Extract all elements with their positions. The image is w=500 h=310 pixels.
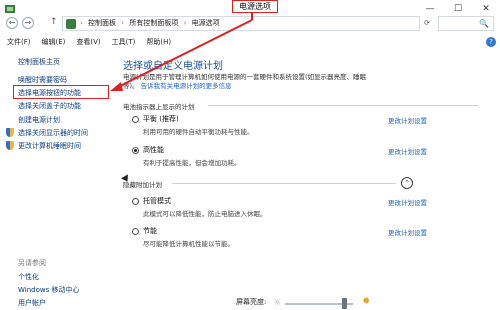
- plan-power-saver-change-link[interactable]: 更改计划设置: [388, 227, 427, 237]
- shield-icon: [6, 141, 14, 150]
- control-panel-icon: [66, 19, 76, 29]
- back-button[interactable]: ←: [6, 17, 18, 29]
- plan-power-saver-radio[interactable]: [132, 228, 139, 235]
- sidebar-link-sleep[interactable]: 更改计算机睡眠时间: [18, 141, 81, 151]
- plan-power-saver-name: 节能: [143, 227, 157, 235]
- refresh-icon[interactable]: ⟳: [424, 19, 430, 27]
- brightness-label: 屏幕亮度:: [236, 298, 267, 306]
- search-input[interactable]: 🔍: [438, 16, 494, 31]
- sidebar-link-display-off[interactable]: 选择关闭显示器的时间: [18, 128, 88, 138]
- see-also-mobility-center[interactable]: Windows 移动中心: [18, 285, 79, 295]
- breadcrumb-power-options[interactable]: 电源选项: [192, 19, 220, 27]
- breadcrumb-separator: ›: [121, 19, 125, 27]
- learn-more-link[interactable]: 告诉我有关电源计划的更多信息: [141, 82, 232, 90]
- menu-view[interactable]: 查看(V): [69, 36, 104, 48]
- sidebar-link-wake-password[interactable]: 唤醒时需要密码: [18, 75, 67, 85]
- section-divider: [208, 105, 478, 106]
- plan-high-performance-radio[interactable]: [132, 147, 139, 154]
- see-also-heading: 另请参阅: [18, 259, 46, 267]
- plan-high-performance-change-link[interactable]: 更改计划设置: [388, 146, 427, 156]
- menu-help[interactable]: 帮助(H): [139, 36, 175, 48]
- sidebar-home-link[interactable]: 控制面板主页: [18, 57, 60, 67]
- shield-icon: [6, 128, 14, 137]
- plan-managed-name: 托管模式: [143, 197, 171, 205]
- address-bar: ← → ↑ › 控制面板 › 所有控制面板项 › 电源选项 ⟳ 🔍: [0, 13, 500, 35]
- breadcrumb: › 控制面板 › 所有控制面板项 › 电源选项: [80, 17, 223, 30]
- help-icon[interactable]: ?: [486, 37, 496, 47]
- plan-balanced-name: 平衡 (推荐): [143, 115, 179, 123]
- forward-button[interactable]: →: [22, 17, 34, 29]
- section-shown-plans: 电池指示器上显示的计划: [123, 103, 195, 111]
- breadcrumb-separator: ›: [183, 19, 187, 27]
- plan-high-performance-desc: 有利于提高性能，但会增加功耗。: [143, 159, 241, 167]
- annotation-highlight-box: [13, 85, 109, 99]
- section-divider: [172, 183, 396, 184]
- sidebar-link-create-plan[interactable]: 创建电源计划: [18, 115, 60, 125]
- breadcrumb-separator: ›: [80, 19, 83, 27]
- menu-bar: 文件(F) 编辑(E) 查看(V) 工具(T) 帮助(H) ?: [0, 36, 500, 48]
- up-button[interactable]: ↑: [50, 17, 58, 27]
- page-description: 电源计划是用于管理计算机如何使用电源的一套硬件和系统设置(如显示器亮度、睡眠等)…: [123, 73, 373, 91]
- annotation-callout: 电源选项: [232, 0, 278, 13]
- page-title: 选择或自定义电源计划: [123, 61, 223, 72]
- breadcrumb-all-items[interactable]: 所有控制面板项: [129, 19, 178, 27]
- plan-managed-radio[interactable]: [132, 198, 139, 205]
- plan-balanced-desc: 利用可用的硬件自动平衡功耗与性能。: [143, 128, 254, 136]
- plan-power-saver-desc: 尽可能降低计算机性能以节能。: [143, 240, 234, 248]
- status-bar: 屏幕亮度: ☼ ✹: [0, 295, 500, 310]
- menu-edit[interactable]: 编辑(E): [35, 36, 70, 48]
- address-field[interactable]: › 控制面板 › 所有控制面板项 › 电源选项: [62, 16, 420, 31]
- see-also-personalization[interactable]: 个性化: [18, 272, 39, 282]
- brightness-slider-thumb[interactable]: [341, 298, 347, 309]
- search-icon: 🔍: [479, 19, 489, 28]
- collapse-hidden-plans-button[interactable]: ⌃: [401, 177, 413, 189]
- plan-balanced-change-link[interactable]: 更改计划设置: [388, 115, 427, 125]
- plan-managed-desc: 此模式可以降低性能，防止电脑进入休眠。: [143, 210, 267, 218]
- sun-dim-icon: ☼: [274, 298, 282, 307]
- menu-tools[interactable]: 工具(T): [105, 36, 140, 48]
- plan-high-performance-name: 高性能: [143, 146, 164, 154]
- breadcrumb-control-panel[interactable]: 控制面板: [88, 19, 116, 27]
- plan-managed-change-link[interactable]: 更改计划设置: [388, 197, 427, 207]
- menu-file[interactable]: 文件(F): [0, 36, 35, 48]
- sun-bright-icon: ✹: [362, 296, 371, 307]
- main-content: 选择或自定义电源计划 电源计划是用于管理计算机如何使用电源的一套硬件和系统设置(…: [112, 48, 500, 310]
- plan-balanced-radio[interactable]: [132, 116, 139, 123]
- sidebar-link-lid[interactable]: 选择关闭盖子的功能: [18, 101, 81, 111]
